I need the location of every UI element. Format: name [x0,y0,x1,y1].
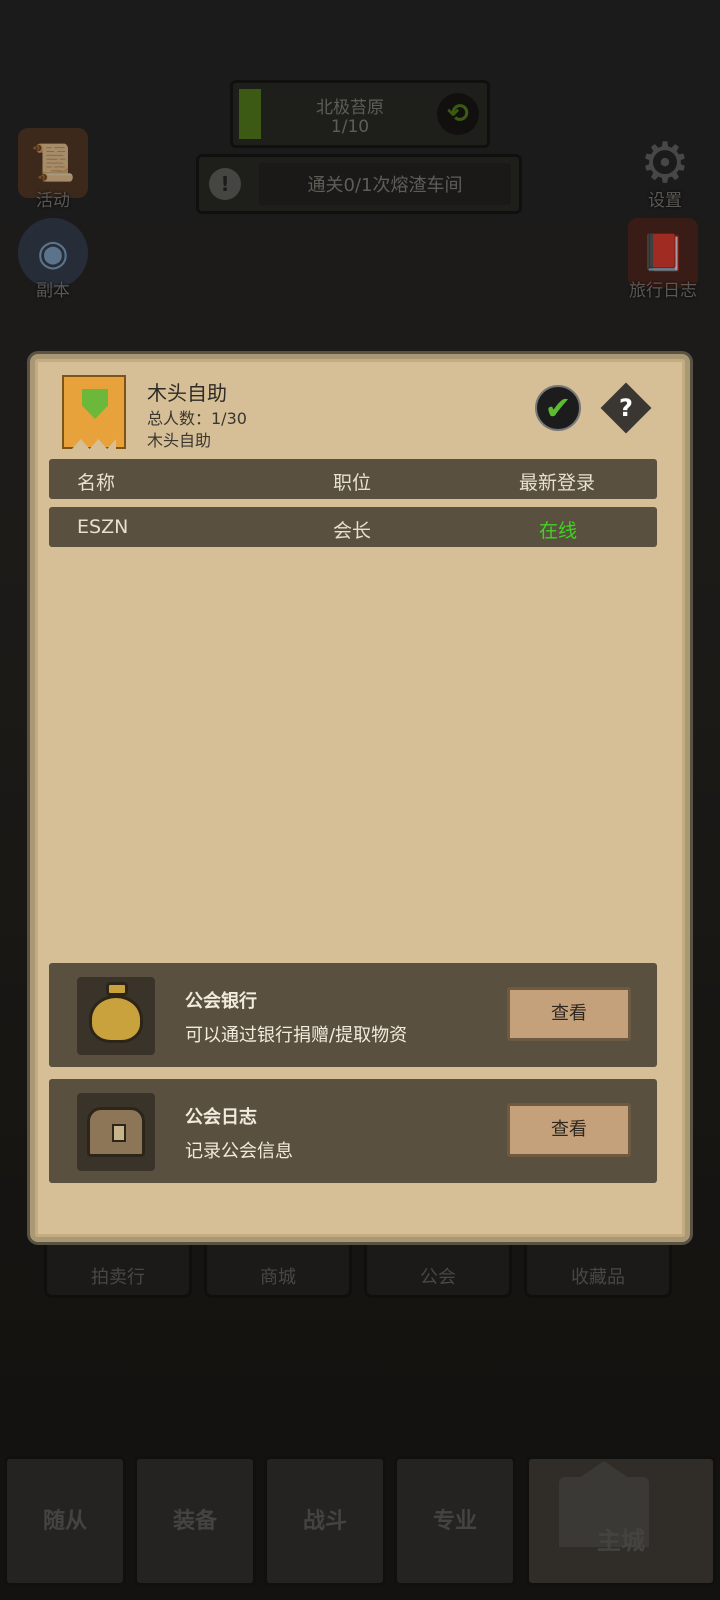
guild-name: 木头自助 [147,381,227,405]
guild-log-desc: 记录公会信息 [185,1141,293,1162]
help-button[interactable]: ? [600,382,652,434]
chest-icon [77,1093,155,1171]
column-last-login: 最新登录 [519,472,596,494]
guild-member-count: 总人数：1/30 [147,409,247,428]
member-status: 在线 [539,520,578,542]
guild-description: 木头自助 [147,431,212,450]
shield-icon [82,389,108,419]
guild-bank-title: 公会银行 [185,991,257,1012]
guild-panel: 木头自助 总人数：1/30 木头自助 ✔ ? 名称 职位 最新登录 ESZN 会… [30,354,690,1242]
column-name: 名称 [77,472,116,494]
guild-log-title: 公会日志 [185,1107,257,1128]
question-icon: ? [619,394,633,422]
guild-bank-desc: 可以通过银行捐赠/提取物资 [185,1025,408,1046]
guild-bank-card: 公会银行 可以通过银行捐赠/提取物资 查看 [49,963,657,1067]
member-role: 会长 [333,520,372,542]
guild-log-view-button[interactable]: 查看 [507,1103,631,1157]
guild-banner-icon [62,375,126,449]
guild-bank-view-button[interactable]: 查看 [507,987,631,1041]
check-icon[interactable]: ✔ [535,385,581,431]
member-name: ESZN [77,516,129,538]
guild-log-card: 公会日志 记录公会信息 查看 [49,1079,657,1183]
money-bag-icon [77,977,155,1055]
column-role: 职位 [333,472,372,494]
member-row[interactable]: ESZN 会长 在线 [49,507,657,547]
member-list-header: 名称 职位 最新登录 [49,459,657,499]
